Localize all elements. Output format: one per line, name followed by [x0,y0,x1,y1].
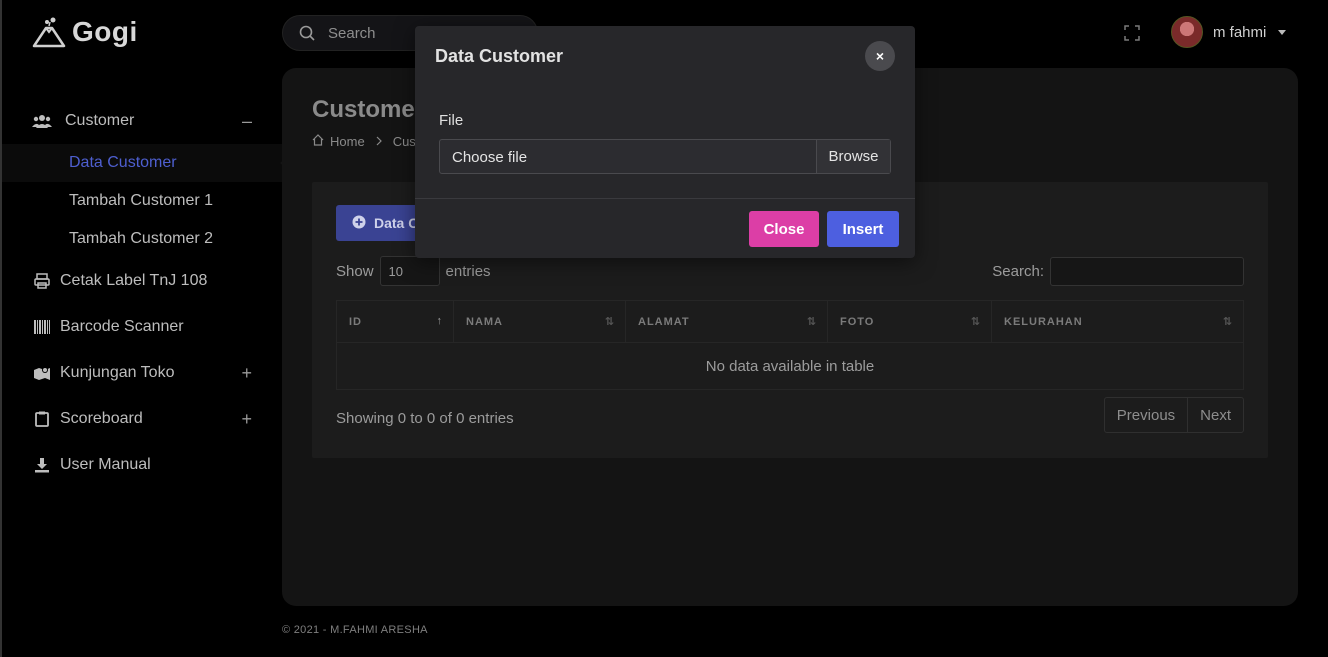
chevron-right-icon [375,134,383,149]
entries-select[interactable]: 10 [379,256,440,286]
sidebar-item-scoreboard[interactable]: Scoreboard + [2,398,282,440]
entries-length: Show 10 entries [336,256,491,286]
table-info: Showing 0 to 0 of 0 entries [336,410,514,427]
file-label: File [439,112,464,129]
sidebar-subitem-tambah-customer-2[interactable]: Tambah Customer 2 [2,220,282,258]
column-header-kelurahan[interactable]: KELURAHAN ⇅ [992,301,1243,343]
brand-name: Gogi [72,16,138,47]
expand-icon[interactable]: + [241,363,252,384]
sidebar-item-label: Scoreboard [60,410,143,427]
plus-circle-icon [352,215,366,232]
sort-icon: ⇅ [1222,316,1233,328]
sidebar-item-kunjungan-toko[interactable]: Kunjungan Toko + [2,352,282,394]
next-button[interactable]: Next [1187,398,1243,432]
volcano-logo-icon [32,17,66,48]
expand-icon[interactable]: + [241,409,252,430]
sidebar-item-label: Cetak Label TnJ 108 [60,272,208,289]
sidebar-subitem-label: Data Customer [69,154,177,171]
barcode-icon [32,317,52,337]
sidebar-item-barcode-scanner[interactable]: Barcode Scanner [2,306,282,348]
sidebar-item-user-manual[interactable]: User Manual [2,444,282,486]
sidebar-subitem-label: Tambah Customer 2 [69,230,214,247]
pagination: Previous Next [1103,397,1244,433]
sidebar-subitem-data-customer[interactable]: Data Customer [2,144,292,182]
table-header: ID ↑ NAMA ⇅ ALAMAT ⇅ FOTO ⇅ KELURAHAN ⇅ [337,301,1243,343]
sidebar-item-label: Kunjungan Toko [60,364,175,381]
sidebar-item-label: User Manual [60,456,151,473]
user-menu[interactable]: m fahmi [1171,16,1287,48]
entries-label: entries [445,262,491,280]
chevron-down-icon [1278,29,1287,35]
search-label: Search: [992,263,1044,280]
sidebar-item-cetak-label[interactable]: Cetak Label TnJ 108 [2,260,282,302]
avatar [1171,16,1203,48]
page-title: Customer [312,96,425,123]
breadcrumb-home[interactable]: Home [330,134,365,149]
column-label: NAMA [466,316,503,328]
browse-button[interactable]: Browse [816,140,890,173]
sort-asc-icon: ↑ [436,315,443,327]
collapse-icon[interactable]: – [242,111,252,132]
close-button[interactable]: Close [749,211,819,247]
sidebar-item-label: Barcode Scanner [60,318,184,335]
previous-button[interactable]: Previous [1105,398,1187,432]
brand-logo[interactable]: Gogi [32,16,138,48]
add-customer-label: Data C [374,215,419,231]
column-label: FOTO [840,316,875,328]
show-label: Show [336,262,374,280]
printer-icon [32,271,52,291]
table-search-input[interactable] [1050,257,1244,286]
search-icon [299,25,315,46]
column-label: ID [349,316,362,328]
entries-value: 10 [388,263,403,279]
sidebar-item-label: Customer [65,112,135,129]
breadcrumb-current: Cus [392,134,416,149]
sidebar-subitem-label: Tambah Customer 1 [69,192,214,209]
column-header-alamat[interactable]: ALAMAT ⇅ [626,301,828,343]
sort-icon: ⇅ [970,316,981,328]
customer-table: ID ↑ NAMA ⇅ ALAMAT ⇅ FOTO ⇅ KELURAHAN ⇅ … [336,300,1244,390]
column-header-id[interactable]: ID ↑ [337,301,454,343]
column-label: KELURAHAN [1004,316,1083,328]
fullscreen-icon[interactable] [1124,25,1140,41]
map-icon [32,363,52,383]
table-search: Search: [992,257,1244,286]
modal-title: Data Customer [435,46,564,66]
footer: © 2021 - M.FAHMI ARESHA [282,624,428,636]
data-customer-modal: Data Customer × File Choose file Browse … [415,26,915,258]
user-name: m fahmi [1213,23,1267,41]
sort-icon: ⇅ [604,316,615,328]
search-input[interactable]: Search [328,25,376,42]
column-header-foto[interactable]: FOTO ⇅ [828,301,992,343]
close-icon[interactable]: × [865,41,895,71]
sidebar-item-customer[interactable]: Customer – [2,100,282,142]
clipboard-icon [32,409,52,429]
insert-button[interactable]: Insert [827,211,899,247]
empty-table-message: No data available in table [705,357,875,375]
file-placeholder: Choose file [452,149,528,166]
home-icon [312,134,324,149]
column-label: ALAMAT [638,316,690,328]
sort-icon: ⇅ [806,316,817,328]
breadcrumb: Home Cus [312,134,416,149]
sidebar: Gogi Customer – Data Customer Tambah Cus… [0,0,292,657]
column-header-nama[interactable]: NAMA ⇅ [454,301,626,343]
download-icon [32,455,52,475]
users-icon [32,111,52,131]
file-input[interactable]: Choose file Browse [439,139,891,174]
modal-divider [415,198,915,199]
sidebar-subitem-tambah-customer-1[interactable]: Tambah Customer 1 [2,182,282,220]
